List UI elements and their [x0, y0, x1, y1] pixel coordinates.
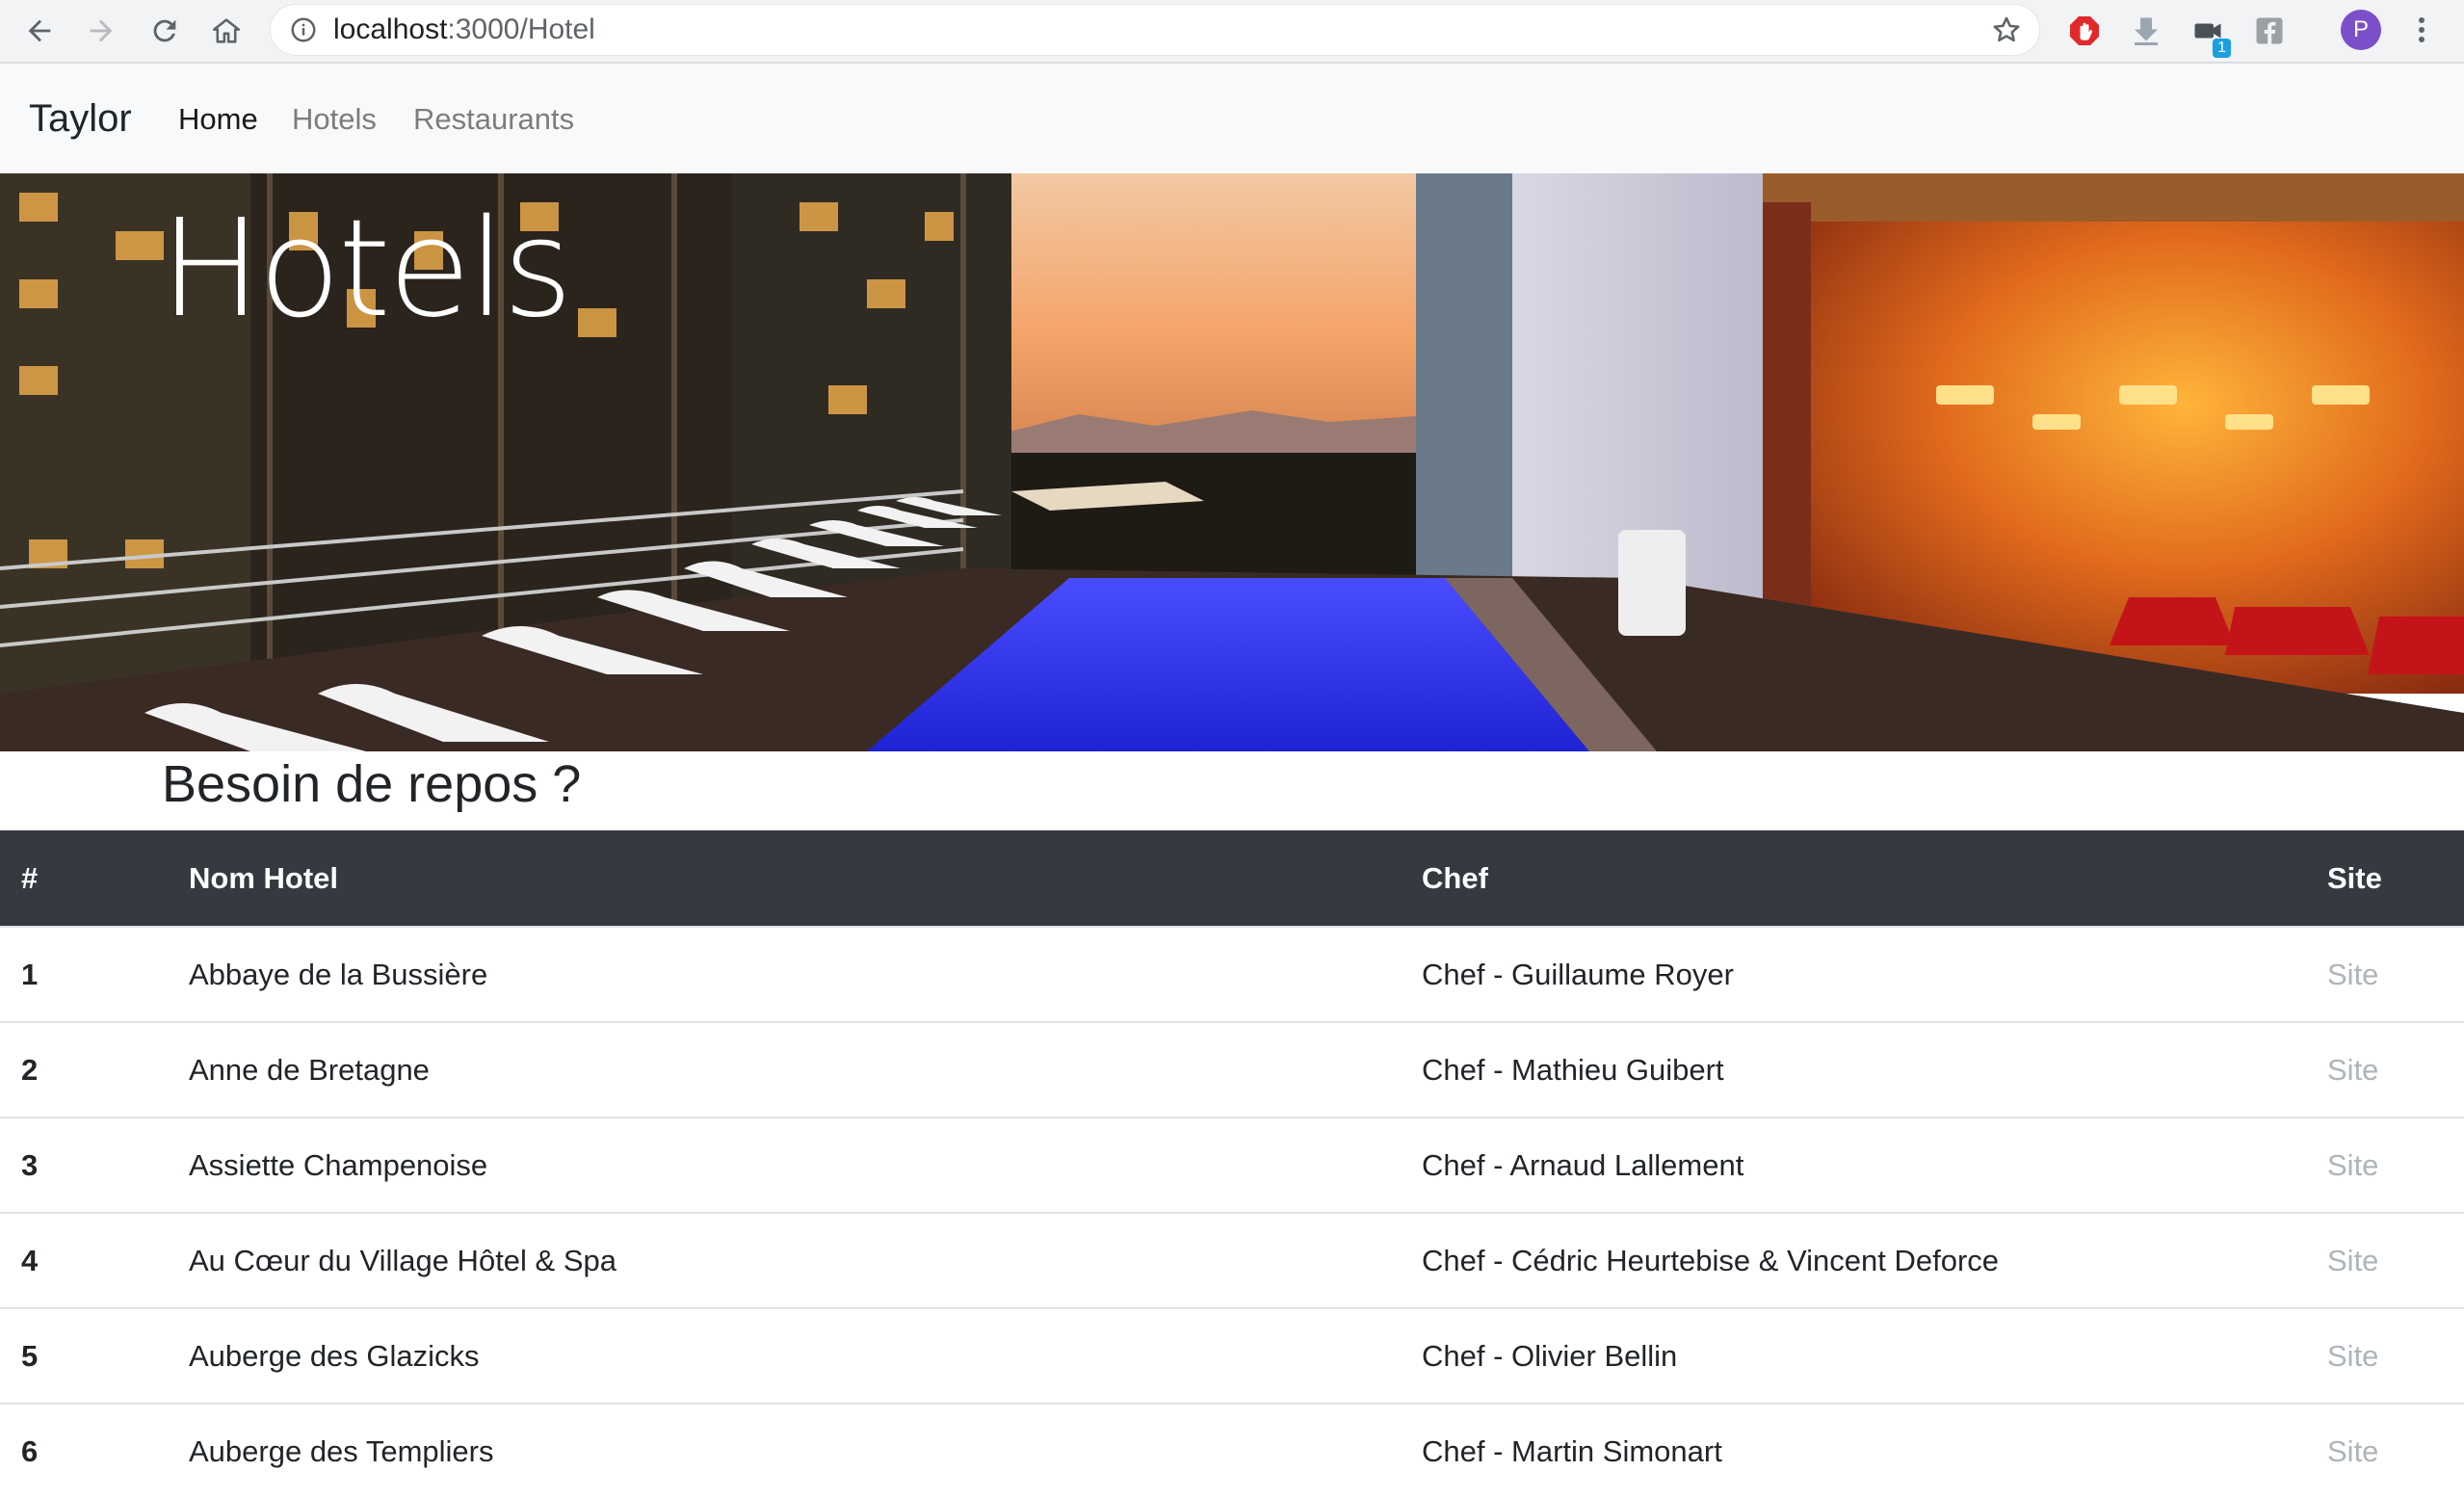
site-link[interactable]: Site [2327, 1339, 2378, 1373]
home-icon[interactable] [206, 11, 247, 51]
table-row: 2 Anne de Bretagne Chef - Mathieu Guiber… [0, 1021, 2464, 1117]
adblock-extension-icon[interactable] [2065, 12, 2104, 50]
hotel-name: Abbaye de la Bussière [189, 926, 1422, 1022]
hero-banner: Hotels [0, 173, 2464, 751]
chef-name: Chef - Cédric Heurtebise & Vincent Defor… [1422, 1212, 2327, 1308]
chef-name: Chef - Arnaud Lallement [1422, 1117, 2327, 1213]
url-path: :3000/Hotel [447, 13, 595, 45]
nav-link-hotels[interactable]: Hotels [292, 102, 377, 137]
chef-name: Chef - Martin Simonart [1422, 1403, 2327, 1498]
site-link[interactable]: Site [2327, 1244, 2378, 1277]
row-number: 2 [0, 1021, 189, 1117]
url-host: localhost [333, 13, 448, 45]
chef-name: Chef - Olivier Bellin [1422, 1307, 2327, 1404]
camera-extension-icon[interactable]: 1 [2189, 12, 2231, 58]
column-header-chef: Chef [1422, 860, 1488, 895]
page-subtitle: Besoin de repos ? [162, 755, 582, 813]
address-bar[interactable]: localhost:3000/Hotel [270, 4, 2040, 56]
row-number: 3 [0, 1117, 189, 1213]
browser-toolbar: localhost:3000/Hotel 1 P [0, 0, 2464, 64]
nav-link-home[interactable]: Home [178, 102, 258, 137]
nav-link-restaurants[interactable]: Restaurants [413, 102, 574, 137]
facebook-extension-icon[interactable] [2250, 12, 2289, 50]
column-header-hotel-name: Nom Hotel [189, 860, 338, 895]
reload-icon[interactable] [144, 11, 185, 51]
table-row: 3 Assiette Champenoise Chef - Arnaud Lal… [0, 1117, 2464, 1213]
download-extension-icon[interactable] [2127, 12, 2165, 50]
hotel-name: Assiette Champenoise [189, 1117, 1422, 1213]
row-number: 5 [0, 1307, 189, 1404]
forward-arrow-icon[interactable] [81, 11, 121, 51]
site-link[interactable]: Site [2327, 1148, 2378, 1182]
table-row: 1 Abbaye de la Bussière Chef - Guillaume… [0, 926, 2464, 1022]
site-navbar: Taylor Home Hotels Restaurants [0, 64, 2464, 173]
hotel-name: Auberge des Templiers [189, 1403, 1422, 1498]
extension-badge: 1 [2213, 39, 2231, 58]
site-link[interactable]: Site [2327, 958, 2378, 991]
hotel-name: Auberge des Glazicks [189, 1307, 1422, 1404]
table-row: 5 Auberge des Glazicks Chef - Olivier Be… [0, 1307, 2464, 1404]
row-number: 6 [0, 1403, 189, 1498]
site-link[interactable]: Site [2327, 1434, 2378, 1468]
hero-title: Hotels [160, 191, 573, 348]
url-text[interactable]: localhost:3000/Hotel [333, 15, 595, 44]
table-row: 4 Au Cœur du Village Hôtel & Spa Chef - … [0, 1212, 2464, 1308]
row-number: 1 [0, 926, 189, 1022]
site-link[interactable]: Site [2327, 1053, 2378, 1087]
column-header-number: # [21, 860, 39, 895]
hotel-name: Au Cœur du Village Hôtel & Spa [189, 1212, 1422, 1308]
table-row: 6 Auberge des Templiers Chef - Martin Si… [0, 1403, 2464, 1498]
brand-logo[interactable]: Taylor [29, 96, 132, 141]
bookmark-star-icon[interactable] [1990, 13, 2023, 46]
hotels-table: # Nom Hotel Chef Site 1 Abbaye de la Bus… [0, 830, 2464, 1498]
row-number: 4 [0, 1212, 189, 1308]
column-header-site: Site [2327, 860, 2382, 895]
profile-avatar[interactable]: P [2341, 10, 2381, 50]
info-icon[interactable] [289, 15, 318, 44]
table-header: # Nom Hotel Chef Site [0, 830, 2464, 927]
chef-name: Chef - Guillaume Royer [1422, 926, 2327, 1022]
chef-name: Chef - Mathieu Guibert [1422, 1021, 2327, 1117]
more-menu-icon[interactable] [2406, 10, 2437, 50]
hotel-name: Anne de Bretagne [189, 1021, 1422, 1117]
back-arrow-icon[interactable] [19, 11, 60, 51]
